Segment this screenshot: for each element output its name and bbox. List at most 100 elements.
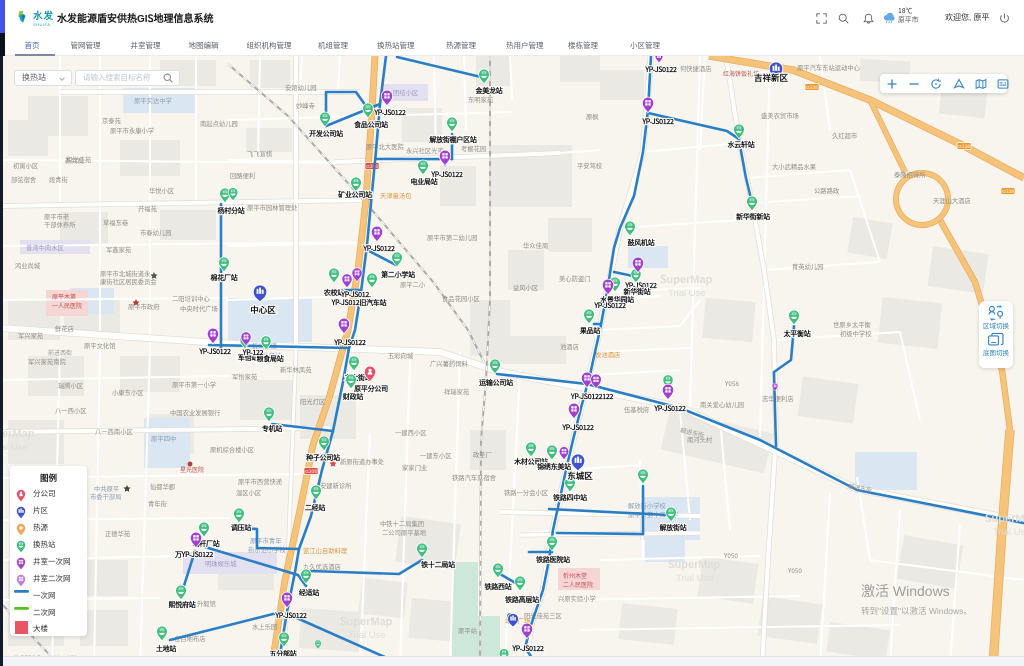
svg-text:解放街小学校: 解放街小学校: [628, 501, 666, 510]
svg-text:原平市第一小学: 原平市第一小学: [172, 380, 216, 389]
svg-text:Trial Use: Trial Use: [676, 570, 714, 584]
svg-text:阳光灯区: 阳光灯区: [300, 397, 325, 406]
svg-text:运输公司站: 运输公司站: [479, 378, 513, 388]
svg-text:青年街: 青年街: [148, 499, 168, 508]
svg-text:回酪便利: 回酪便利: [230, 171, 255, 180]
svg-text:井室一次网: 井室一次网: [33, 556, 71, 567]
svg-text:专机站: 专机站: [262, 424, 282, 434]
svg-text:G338: G338: [1002, 188, 1014, 195]
svg-text:安馆幼儿园: 安馆幼儿园: [285, 83, 316, 92]
svg-text:YP-JS0122: YP-JS0122: [430, 170, 463, 180]
svg-text:第二小学站: 第二小学站: [381, 270, 415, 280]
svg-text:原平文化馆: 原平文化馆: [84, 341, 115, 350]
svg-text:YP-122: YP-122: [242, 348, 264, 358]
svg-text:军怡家苑: 军怡家苑: [232, 372, 258, 381]
svg-text:仙都华郡: 仙都华郡: [150, 482, 176, 491]
svg-text:吉祥新区: 吉祥新区: [754, 72, 789, 84]
svg-text:部弦宿舍: 部弦宿舍: [11, 175, 37, 184]
svg-text:Y050: Y050: [723, 551, 738, 560]
svg-text:食品花园小区: 食品花园小区: [442, 294, 480, 303]
svg-text:原机综合楼小区: 原机综合楼小区: [210, 445, 254, 454]
svg-text:兴原实验小学: 兴原实验小学: [558, 594, 596, 603]
svg-text:锦绣东美站: 锦绣东美站: [537, 462, 571, 472]
svg-text:太平衡站: 太平衡站: [784, 329, 811, 339]
svg-text:原平市西营快递: 原平市西营快递: [238, 477, 283, 486]
svg-text:铁路一分会小区: 铁路一分会小区: [504, 488, 548, 497]
svg-text:熙悦府站: 熙悦府站: [169, 600, 196, 610]
svg-text:广兴薯药饲料: 广兴薯药饲料: [430, 359, 468, 368]
svg-text:二次网: 二次网: [33, 607, 56, 618]
svg-text:铁路医院站: 铁路医院站: [536, 555, 570, 565]
svg-text:明珠娱乐城: 明珠娱乐城: [205, 559, 237, 568]
svg-text:热源: 热源: [33, 522, 48, 533]
svg-text:初级中学校: 初级中学校: [840, 329, 872, 338]
svg-text:原平汽车东站运动中心: 原平汽车东站运动中心: [797, 63, 861, 72]
svg-text:新华林凤苑: 新华林凤苑: [280, 365, 312, 374]
svg-text:YP-JS0122: YP-JS0122: [561, 423, 594, 433]
svg-text:考棚花园: 考棚花园: [461, 144, 486, 153]
svg-text:一次网: 一次网: [33, 590, 56, 601]
svg-text:鲜花店: 鲜花店: [55, 324, 74, 333]
svg-text:京泰苑: 京泰苑: [102, 116, 122, 125]
svg-text:铁路高层站: 铁路高层站: [505, 595, 539, 605]
svg-text:中国农业发展银行: 中国农业发展银行: [170, 408, 221, 417]
svg-text:调压站: 调压站: [231, 523, 251, 533]
svg-text:果品站: 果品站: [580, 326, 600, 336]
svg-text:干部休养所: 干部休养所: [44, 220, 76, 229]
svg-text:G338: G338: [958, 143, 970, 150]
svg-text:康街社区居民委员会: 康街社区居民委员会: [100, 277, 157, 286]
svg-text:忻州木堂: 忻州木堂: [563, 571, 587, 580]
svg-text:益风小区: 益风小区: [513, 283, 538, 292]
svg-text:铁十二局站: 铁十二局站: [421, 560, 455, 570]
svg-text:池酒店: 池酒店: [560, 342, 579, 351]
svg-text:中铁十二局集团: 中铁十二局集团: [380, 519, 424, 528]
svg-text:和悦佳苑: 和悦佳苑: [66, 155, 92, 164]
svg-text:土地站: 土地站: [156, 644, 176, 654]
svg-text:安建新诊所: 安建新诊所: [320, 481, 352, 490]
svg-text:祥瑞家苑: 祥瑞家苑: [444, 387, 470, 396]
svg-text:水上乐园: 水上乐园: [252, 622, 277, 631]
svg-text:段青街: 段青街: [49, 175, 69, 184]
svg-text:泰隆招待所: 泰隆招待所: [894, 170, 926, 179]
svg-text:原平站: 原平站: [458, 626, 478, 635]
svg-text:普湾牛肉水区: 普湾牛肉水区: [26, 243, 64, 252]
svg-text:经适站: 经适站: [299, 588, 319, 598]
svg-text:原枫: 原枫: [586, 112, 599, 121]
svg-text:湿区小区: 湿区小区: [236, 488, 261, 497]
svg-text:一建东小区: 一建东小区: [420, 451, 451, 460]
svg-text:草福东巷: 草福东巷: [103, 218, 129, 227]
svg-text:YP-JS0122: YP-JS0122: [641, 117, 674, 127]
svg-text:伍基税府: 伍基税府: [624, 405, 649, 414]
svg-text:中心区: 中心区: [250, 304, 276, 316]
svg-text:Trial Use: Trial Use: [348, 627, 386, 641]
svg-text:铁路汽车队宿舍: 铁路汽车队宿舍: [452, 473, 497, 482]
svg-text:前进西街: 前进西街: [48, 348, 72, 357]
svg-text:大楼: 大楼: [33, 623, 48, 634]
svg-text:飞飞宣棋: 飞飞宣棋: [247, 149, 273, 158]
svg-text:何快捷酒店: 何快捷酒店: [680, 64, 711, 73]
svg-text:YP-JS0122: YP-JS0122: [593, 301, 626, 311]
svg-text:矿业公司站: 矿业公司站: [338, 190, 372, 200]
svg-text:分公司: 分公司: [33, 488, 56, 499]
svg-text:一建西小区: 一建西小区: [395, 428, 426, 437]
svg-text:初寅小区: 初寅小区: [13, 161, 38, 170]
svg-text:YP-JS0122: YP-JS0122: [333, 338, 366, 348]
svg-text:开发公司站: 开发公司站: [309, 129, 343, 139]
svg-text:天涯山大酒店: 天涯山大酒店: [933, 196, 971, 205]
svg-text:YP-JS0122: YP-JS0122: [644, 65, 677, 75]
svg-text:政圣厂: 政圣厂: [473, 450, 492, 459]
svg-text:新华街新站: 新华街新站: [736, 212, 770, 222]
svg-text:久红超市: 久红超市: [832, 131, 857, 140]
svg-text:志华便利店: 志华便利店: [762, 394, 793, 403]
svg-text:二公司原平基地: 二公司原平基地: [382, 528, 427, 537]
svg-text:盛美农贸市场: 盛美农贸市场: [761, 111, 799, 120]
svg-text:解放街站: 解放街站: [660, 523, 687, 533]
svg-text:军兴家苑南院: 军兴家苑南院: [28, 357, 66, 366]
svg-text:市春幼儿园: 市春幼儿园: [140, 228, 171, 237]
svg-text:原平四中: 原平四中: [151, 434, 176, 443]
svg-text:原平市园林管理处: 原平市园林管理处: [247, 203, 298, 212]
svg-text:鼓风机站: 鼓风机站: [628, 238, 655, 248]
svg-text:YP-JS0122: YP-JS0122: [653, 404, 686, 414]
svg-text:铁路西站: 铁路西站: [485, 582, 512, 592]
svg-text:Trial Use: Trial Use: [0, 439, 28, 453]
